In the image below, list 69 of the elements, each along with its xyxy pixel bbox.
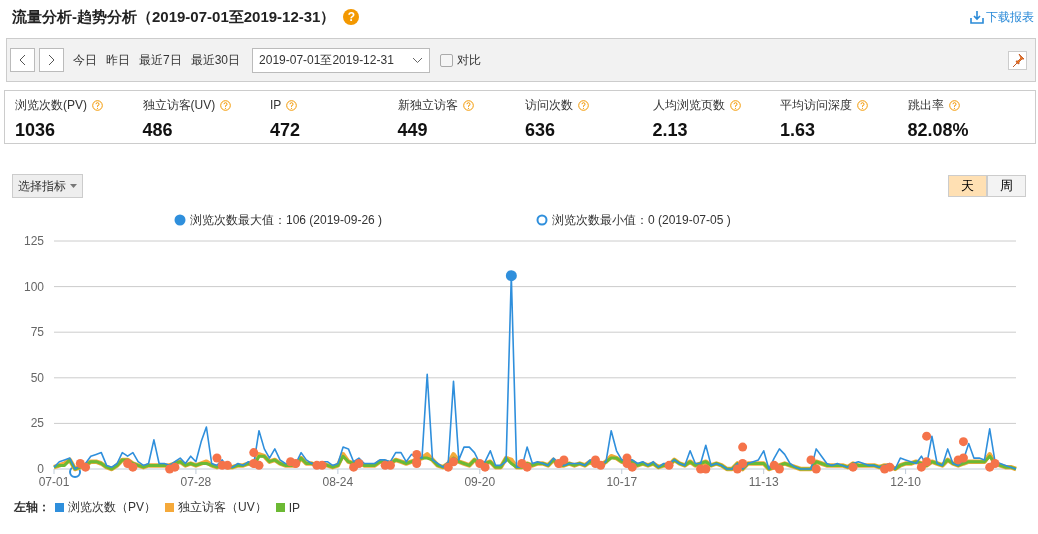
page-title: 流量分析-趋势分析（2019-07-01至2019-12-31） bbox=[12, 7, 336, 27]
min-marker-icon bbox=[536, 214, 548, 226]
help-icon[interactable] bbox=[462, 99, 474, 111]
extreme-value-label: 浏览次数最大值：106 (2019-09-26 ) bbox=[190, 213, 383, 227]
max-point bbox=[505, 270, 517, 282]
metric-label: 跳出率 bbox=[907, 96, 944, 114]
metric-selector-dropdown[interactable]: 选择指标 bbox=[12, 174, 83, 198]
legend-label[interactable]: IP bbox=[288, 500, 301, 515]
pushpin-icon bbox=[1010, 53, 1025, 67]
help-icon[interactable] bbox=[948, 99, 960, 111]
next-button[interactable] bbox=[39, 48, 64, 72]
download-report-link[interactable]: 下载报表 bbox=[970, 8, 1034, 26]
metric-value: 636 bbox=[525, 120, 557, 141]
x-tick-label: 08-24 bbox=[322, 475, 354, 489]
date-range-dropdown[interactable]: 2019-07-01至2019-12-31 bbox=[252, 47, 431, 73]
chevron-down-icon bbox=[412, 56, 424, 64]
metric-value: 2.13 bbox=[652, 120, 689, 141]
x-tick-label: 09-20 bbox=[464, 475, 496, 489]
date-range-value: 2019-07-01至2019-12-31 bbox=[259, 51, 394, 69]
quick-range-link[interactable]: 最近7日 bbox=[139, 51, 182, 69]
download-icon bbox=[970, 10, 984, 24]
help-icon[interactable] bbox=[729, 99, 741, 111]
metric-label: 独立访客(UV) bbox=[142, 96, 216, 114]
max-marker-icon bbox=[174, 214, 186, 226]
help-icon[interactable] bbox=[220, 99, 232, 111]
metric-value: 486 bbox=[142, 120, 174, 141]
compare-label: 对比 bbox=[457, 51, 482, 69]
metric-value: 472 bbox=[270, 120, 302, 141]
previous-button[interactable] bbox=[10, 48, 35, 72]
caret-icon bbox=[70, 184, 77, 188]
y-tick-label: 50 bbox=[30, 370, 44, 385]
quick-range-link[interactable]: 最近30日 bbox=[190, 51, 241, 69]
quick-range-link[interactable]: 昨日 bbox=[106, 51, 130, 69]
y-tick-label: 100 bbox=[23, 279, 44, 294]
help-icon[interactable] bbox=[578, 99, 589, 111]
metric-label: 平均访问深度 bbox=[780, 96, 852, 114]
compare-checkbox[interactable] bbox=[440, 53, 454, 67]
metric-value: 1036 bbox=[15, 120, 57, 141]
x-tick-label: 07-28 bbox=[180, 475, 212, 489]
pin-button[interactable] bbox=[1008, 50, 1027, 70]
x-tick-label: 10-17 bbox=[606, 475, 638, 489]
legend-title: 左轴： bbox=[14, 499, 50, 516]
y-tick-label: 75 bbox=[30, 325, 44, 340]
metric-label: 新独立访客 bbox=[397, 96, 458, 114]
extreme-value-label: 浏览次数最小值：0 (2019-07-05 ) bbox=[552, 213, 731, 227]
metric-label: 浏览次数(PV) bbox=[15, 96, 87, 114]
x-tick-label: 12-10 bbox=[890, 475, 921, 489]
metric-label: 访问次数 bbox=[525, 96, 573, 114]
metric-value: 449 bbox=[397, 120, 429, 141]
chevron-left-icon bbox=[19, 54, 26, 66]
legend-label[interactable]: 独立访客（UV） bbox=[178, 499, 267, 516]
min-point bbox=[69, 466, 82, 478]
help-icon[interactable] bbox=[92, 99, 103, 111]
y-tick-label: 0 bbox=[37, 462, 44, 476]
metric-label: 人均浏览页数 bbox=[652, 96, 725, 114]
metric-value: 1.63 bbox=[780, 120, 817, 141]
metric-value: 82.08% bbox=[907, 120, 970, 141]
chevron-right-icon bbox=[48, 54, 55, 66]
period-tab[interactable]: 天 bbox=[948, 175, 987, 197]
x-tick-label: 11-13 bbox=[748, 475, 779, 489]
help-icon[interactable] bbox=[857, 99, 868, 111]
help-icon[interactable] bbox=[286, 99, 298, 111]
x-tick-label: 07-01 bbox=[38, 475, 70, 489]
period-tab[interactable]: 周 bbox=[987, 175, 1026, 197]
metric-label: IP bbox=[270, 98, 282, 112]
y-tick-label: 125 bbox=[23, 234, 44, 248]
y-tick-label: 25 bbox=[30, 416, 44, 431]
quick-range-link[interactable]: 今日 bbox=[73, 51, 97, 69]
legend-label[interactable]: 浏览次数（PV） bbox=[68, 499, 156, 516]
